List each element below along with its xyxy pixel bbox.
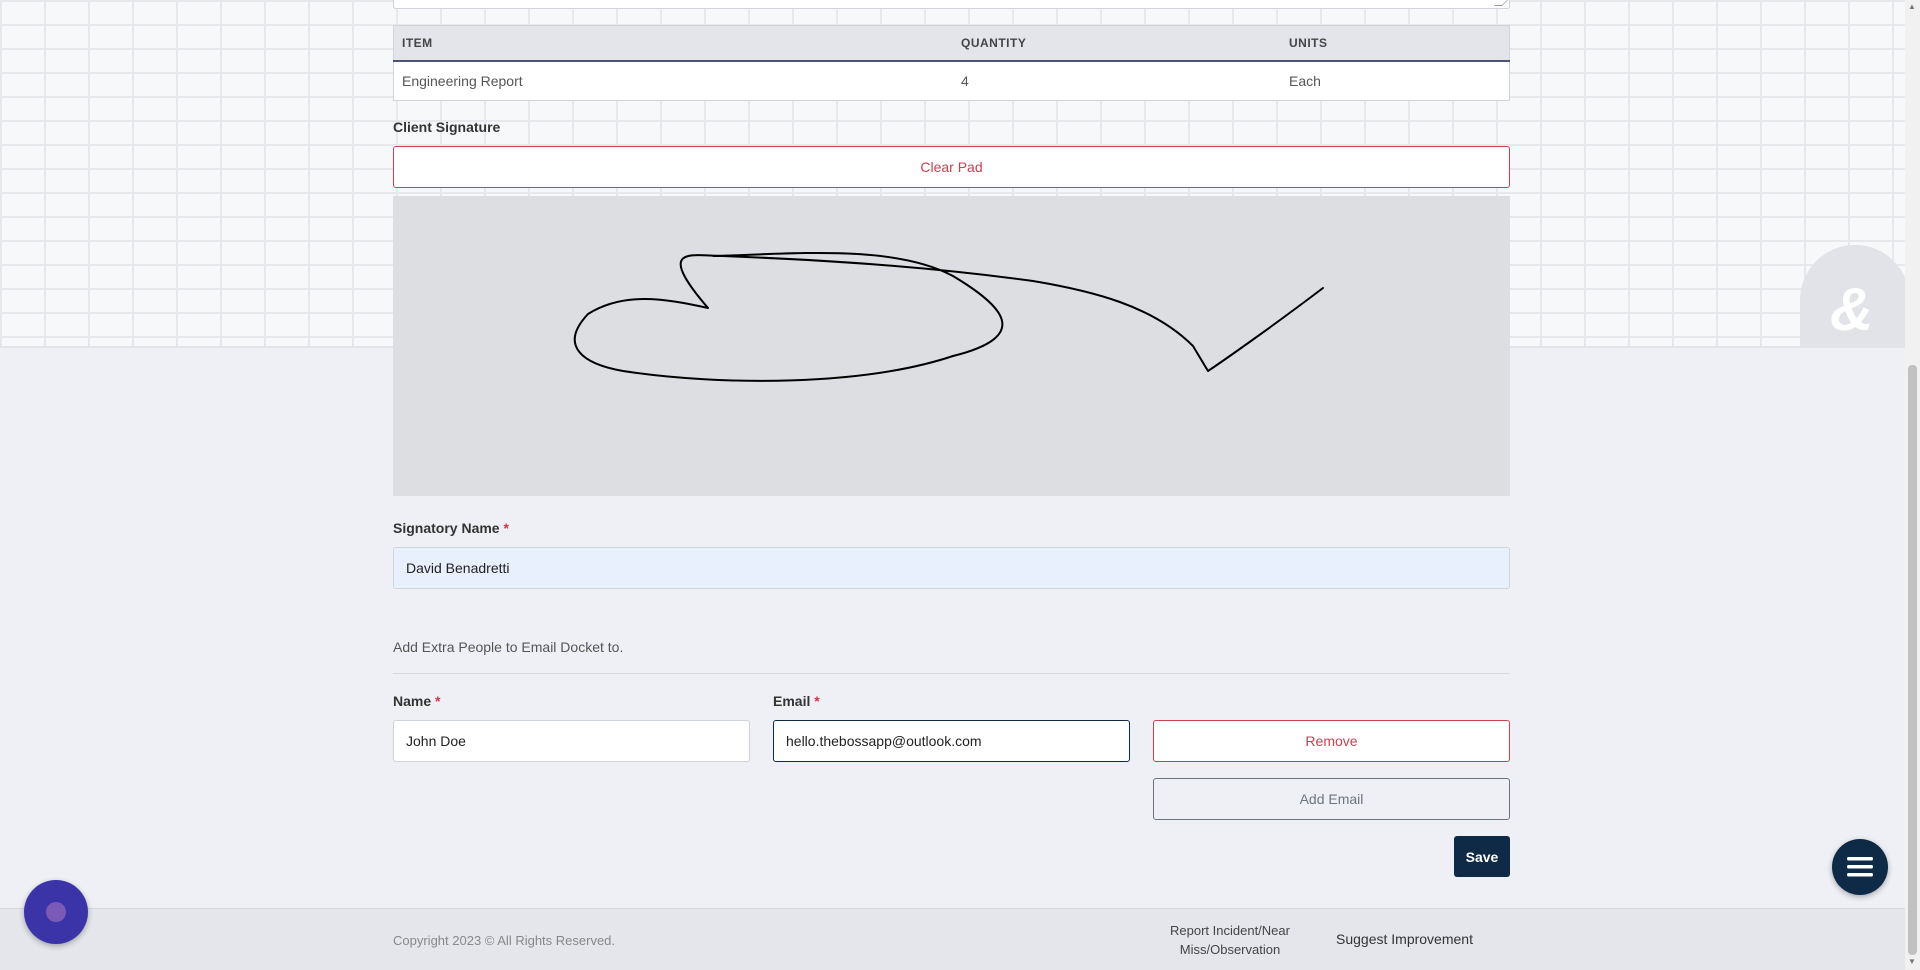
- scroll-down-icon[interactable]: ▼: [1908, 957, 1916, 966]
- column-header-units: UNITS: [1281, 25, 1510, 62]
- signature-stroke: [573, 251, 1324, 382]
- signature-pad[interactable]: [393, 196, 1510, 496]
- signatory-name-input[interactable]: David Benadretti: [393, 547, 1510, 589]
- table-row: Engineering Report 4 Each: [394, 61, 1510, 101]
- chat-dot: [46, 902, 66, 922]
- logo-watermark-icon: &: [1800, 245, 1910, 348]
- extra-name-input[interactable]: John Doe: [393, 720, 750, 762]
- cell-quantity: 4: [961, 73, 969, 89]
- add-email-button[interactable]: Add Email: [1153, 778, 1510, 820]
- required-asterisk: *: [503, 520, 509, 536]
- extra-name-label: Name *: [393, 693, 440, 709]
- scrollbar-thumb[interactable]: [1908, 365, 1917, 955]
- extra-email-input[interactable]: hello.thebossapp@outlook.com: [773, 720, 1130, 762]
- scroll-up-icon[interactable]: ▲: [1908, 2, 1916, 11]
- divider: [393, 673, 1510, 674]
- required-asterisk: *: [435, 693, 441, 709]
- menu-lines: [1847, 857, 1873, 877]
- client-signature-label: Client Signature: [393, 119, 501, 135]
- column-header-item: ITEM: [393, 25, 953, 62]
- cell-units: Each: [1289, 73, 1321, 89]
- signatory-name-label: Signatory Name *: [393, 520, 509, 536]
- extra-people-heading: Add Extra People to Email Docket to.: [393, 639, 624, 655]
- remove-button[interactable]: Remove: [1153, 720, 1510, 762]
- signatory-name-label-text: Signatory Name: [393, 520, 500, 536]
- extra-email-label-text: Email: [773, 693, 811, 709]
- notes-textarea[interactable]: [393, 0, 1510, 9]
- clear-pad-button[interactable]: Clear Pad: [393, 146, 1510, 188]
- footer: Copyright 2023 © All Rights Reserved. Re…: [0, 908, 1905, 970]
- svg-text:&: &: [1830, 276, 1873, 343]
- extra-name-label-text: Name: [393, 693, 432, 709]
- items-table: ITEM QUANTITY UNITS Engineering Report 4…: [393, 25, 1510, 101]
- report-incident-link[interactable]: Report Incident/Near Miss/Observation: [1160, 921, 1300, 959]
- required-asterisk: *: [814, 693, 820, 709]
- resize-handle-icon[interactable]: [1494, 0, 1510, 6]
- extra-email-label: Email *: [773, 693, 820, 709]
- suggest-improvement-link[interactable]: Suggest Improvement: [1336, 931, 1473, 947]
- copyright-text: Copyright 2023 © All Rights Reserved.: [393, 933, 616, 948]
- save-button[interactable]: Save: [1454, 836, 1510, 877]
- cell-item: Engineering Report: [402, 73, 523, 89]
- column-header-quantity: QUANTITY: [953, 25, 1281, 62]
- table-header-row: ITEM QUANTITY UNITS: [393, 25, 1510, 62]
- chat-bubble-icon[interactable]: [24, 880, 88, 944]
- hamburger-menu-icon[interactable]: [1832, 839, 1888, 895]
